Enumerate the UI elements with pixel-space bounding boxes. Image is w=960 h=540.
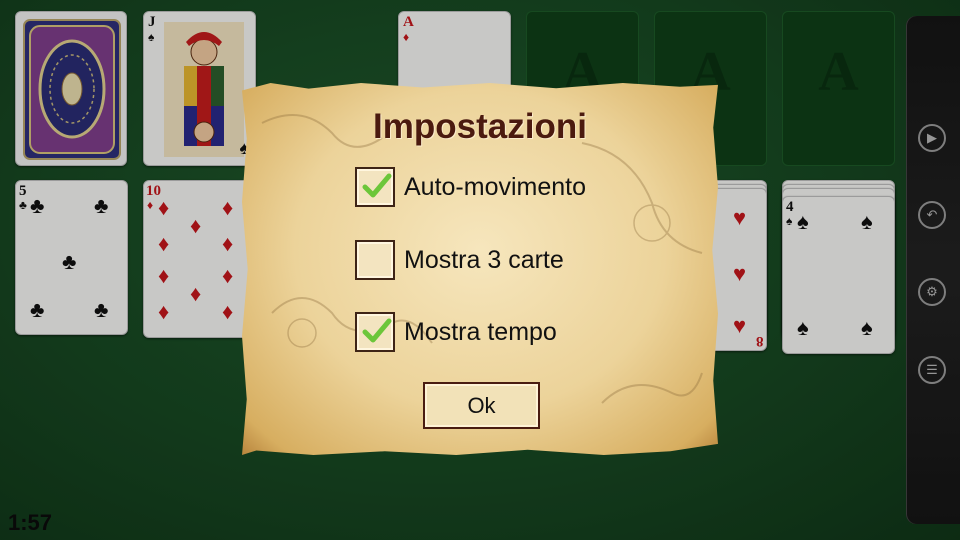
option-label: Mostra tempo	[404, 318, 557, 346]
checkbox[interactable]	[355, 167, 395, 207]
ok-button[interactable]: Ok	[423, 382, 540, 429]
settings-dialog: Impostazioni Auto-movimento Mostra 3 car…	[242, 83, 718, 455]
checkmark-icon	[362, 318, 392, 343]
option-label: Auto-movimento	[404, 173, 587, 201]
option-label: Mostra 3 carte	[404, 246, 564, 274]
checkbox[interactable]	[355, 240, 395, 280]
checkmark-icon	[362, 173, 392, 198]
dialog-title: Impostazioni	[373, 107, 587, 146]
checkbox[interactable]	[355, 312, 395, 352]
